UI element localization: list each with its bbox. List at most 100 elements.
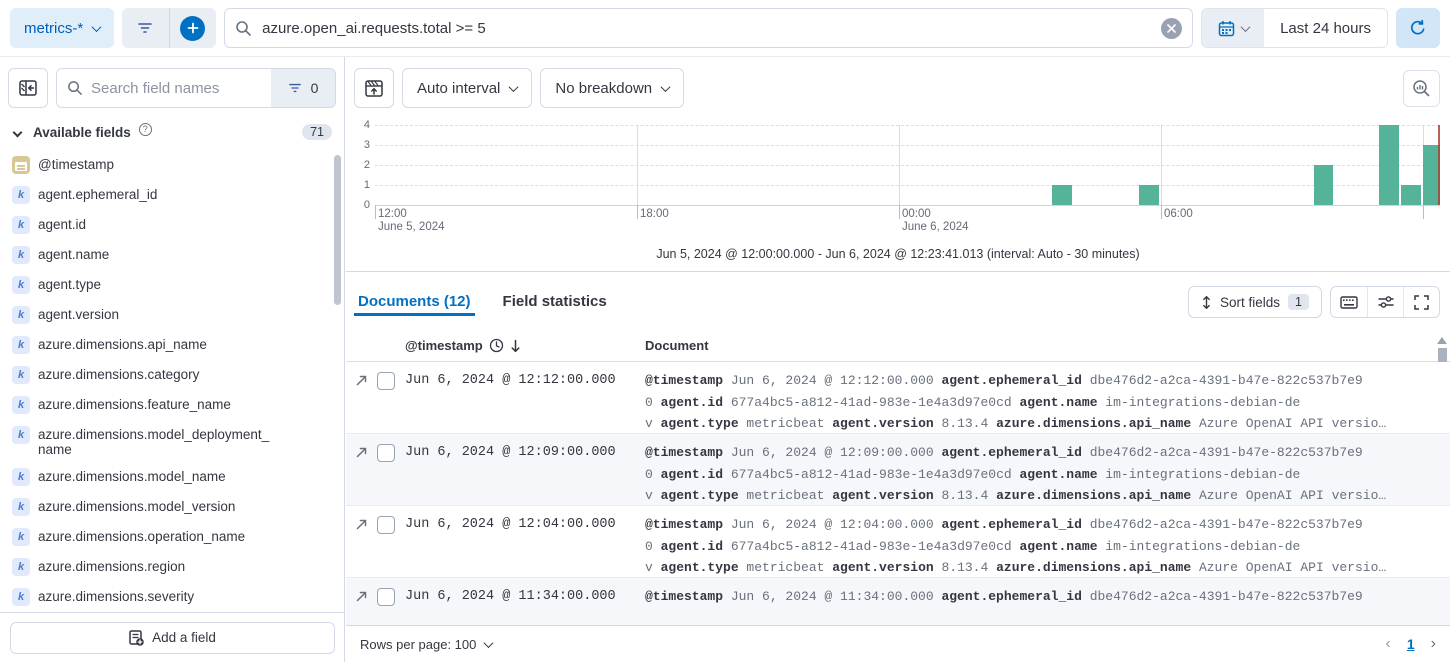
grid-scrollbar[interactable] — [1438, 348, 1447, 362]
rows-per-page-selector[interactable]: Rows per page: 100 — [360, 637, 492, 652]
add-field-label: Add a field — [152, 630, 216, 645]
field-item-azure-dimensions-feature-name[interactable]: kazure.dimensions.feature_name — [0, 390, 345, 420]
help-icon[interactable]: ? — [139, 123, 152, 136]
chevron-down-icon[interactable] — [13, 127, 23, 137]
chart-caption: Jun 5, 2024 @ 12:00:00.000 - Jun 6, 2024… — [346, 247, 1450, 261]
sort-fields-button[interactable]: Sort fields 1 — [1188, 286, 1322, 318]
grid-scrollbar-arrow[interactable] — [1437, 337, 1447, 344]
histogram-bar[interactable] — [1139, 185, 1159, 205]
x-gridline — [899, 125, 900, 205]
filter-icon — [288, 82, 302, 94]
histogram-bar[interactable] — [1314, 165, 1334, 205]
expand-document-icon[interactable] — [355, 590, 368, 603]
field-item-azure-dimensions-region[interactable]: kazure.dimensions.region — [0, 552, 345, 582]
field-search-box[interactable]: Search field names 0 — [56, 68, 336, 108]
histogram-bar[interactable] — [1379, 125, 1399, 205]
expand-document-icon[interactable] — [355, 374, 368, 387]
row-timestamp: Jun 6, 2024 @ 11:34:00.000 — [405, 589, 616, 604]
display-options-button[interactable] — [1367, 287, 1403, 317]
keyword-field-icon: k — [12, 246, 30, 264]
add-filter-button[interactable] — [169, 8, 217, 48]
pagination: ‹ 1 › — [1386, 635, 1436, 653]
histogram-bar[interactable] — [1052, 185, 1072, 205]
clear-query-button[interactable] — [1161, 18, 1182, 39]
y-axis-tick-label: 0 — [346, 199, 370, 211]
keyword-field-icon: k — [12, 528, 30, 546]
row-checkbox[interactable] — [377, 372, 395, 390]
available-fields-label: Available fields — [33, 125, 131, 140]
page-number[interactable]: 1 — [1407, 636, 1415, 652]
field-name: agent.version — [38, 305, 119, 322]
grid-options-group — [1330, 286, 1440, 318]
field-item-azure-dimensions-category[interactable]: kazure.dimensions.category — [0, 360, 345, 390]
field-item-azure-dimensions-model-version[interactable]: kazure.dimensions.model_version — [0, 492, 345, 522]
breakdown-dropdown[interactable]: No breakdown — [540, 68, 684, 108]
table-row: Jun 6, 2024 @ 12:09:00.000 @timestamp Jun… — [346, 434, 1450, 506]
row-checkbox[interactable] — [377, 588, 395, 606]
row-document: @timestamp Jun 6, 2024 @ 12:12:00.000 ag… — [645, 370, 1436, 435]
field-filter-button[interactable]: 0 — [271, 69, 335, 107]
field-item-agent-type[interactable]: kagent.type — [0, 270, 345, 300]
lens-chart-icon — [1412, 79, 1431, 98]
row-checkbox[interactable] — [377, 444, 395, 462]
sort-fields-label: Sort fields — [1220, 295, 1280, 310]
grid-header: @timestamp Document — [346, 333, 1450, 362]
document-column-header[interactable]: Document — [645, 338, 709, 353]
data-view-selector[interactable]: metrics-* — [10, 8, 114, 48]
table-row: Jun 6, 2024 @ 11:34:00.000@timestamp Jun… — [346, 578, 1450, 625]
tab-documents[interactable]: Documents (12) — [354, 283, 475, 322]
filter-menu-button[interactable] — [122, 8, 169, 48]
field-item-agent-id[interactable]: kagent.id — [0, 210, 345, 240]
keyboard-shortcuts-button[interactable] — [1331, 287, 1367, 317]
row-checkbox[interactable] — [377, 516, 395, 534]
field-search-placeholder: Search field names — [91, 80, 271, 97]
field-item-azure-dimensions-api-name[interactable]: kazure.dimensions.api_name — [0, 330, 345, 360]
field-item-azure-dimensions-operation-name[interactable]: kazure.dimensions.operation_name — [0, 522, 345, 552]
top-navigation-bar: metrics-* azure.open_ai.requests.total >… — [0, 0, 1450, 57]
expand-document-icon[interactable] — [355, 446, 368, 459]
histogram-chart[interactable]: 0123412:00June 5, 202418:0000:00June 6, … — [346, 115, 1450, 240]
current-time-marker — [1438, 125, 1440, 205]
row-document: @timestamp Jun 6, 2024 @ 12:09:00.000 ag… — [645, 442, 1436, 507]
field-item-azure-dimensions-model-name[interactable]: kazure.dimensions.model_name — [0, 462, 345, 492]
date-picker-menu-button[interactable] — [1202, 9, 1264, 47]
expand-document-icon[interactable] — [355, 518, 368, 531]
fullscreen-button[interactable] — [1403, 287, 1439, 317]
grid-footer: Rows per page: 100 ‹ 1 › — [346, 625, 1450, 662]
query-input[interactable]: azure.open_ai.requests.total >= 5 — [262, 20, 1151, 37]
query-bar[interactable]: azure.open_ai.requests.total >= 5 — [224, 8, 1193, 48]
refresh-button[interactable] — [1396, 8, 1440, 48]
field-item-agent-version[interactable]: kagent.version — [0, 300, 345, 330]
row-timestamp: Jun 6, 2024 @ 12:12:00.000 — [405, 373, 616, 388]
rows-per-page-label: Rows per page: 100 — [360, 637, 476, 652]
field-item-azure-dimensions-model-deployment-name[interactable]: kazure.dimensions.model_deployment_name — [0, 420, 345, 462]
row-timestamp: Jun 6, 2024 @ 12:09:00.000 — [405, 445, 616, 460]
time-range-button[interactable]: Last 24 hours — [1264, 9, 1387, 47]
sidebar-scrollbar[interactable] — [334, 155, 341, 305]
date-field-icon — [12, 156, 30, 174]
x-axis-tick — [375, 205, 376, 219]
x-axis-tick-label: 00:00June 6, 2024 — [902, 208, 969, 234]
chart-plot-area[interactable] — [375, 125, 1440, 205]
timestamp-column-header[interactable]: @timestamp — [405, 338, 521, 353]
sort-count-badge: 1 — [1288, 294, 1309, 310]
edit-visualization-button[interactable] — [1403, 70, 1440, 107]
field-item--timestamp[interactable]: @timestamp — [0, 150, 345, 180]
next-page-button[interactable]: › — [1431, 635, 1436, 653]
tab-field-statistics[interactable]: Field statistics — [499, 283, 611, 322]
add-field-button[interactable]: Add a field — [10, 622, 335, 654]
sort-updown-icon — [1201, 295, 1212, 310]
previous-page-button[interactable]: ‹ — [1386, 635, 1391, 653]
field-item-agent-name[interactable]: kagent.name — [0, 240, 345, 270]
field-item-agent-ephemeral-id[interactable]: kagent.ephemeral_id — [0, 180, 345, 210]
field-name: azure.dimensions.feature_name — [38, 395, 231, 412]
x-axis-tick-label: 18:00 — [640, 208, 669, 221]
field-item-azure-dimensions-severity[interactable]: kazure.dimensions.severity — [0, 582, 345, 612]
refresh-icon — [1409, 19, 1427, 37]
x-axis-line — [375, 205, 1440, 206]
field-name: azure.dimensions.severity — [38, 587, 194, 604]
interval-dropdown[interactable]: Auto interval — [402, 68, 532, 108]
histogram-bar[interactable] — [1401, 185, 1421, 205]
hide-chart-button[interactable] — [354, 68, 394, 108]
collapse-sidebar-button[interactable] — [8, 68, 48, 108]
